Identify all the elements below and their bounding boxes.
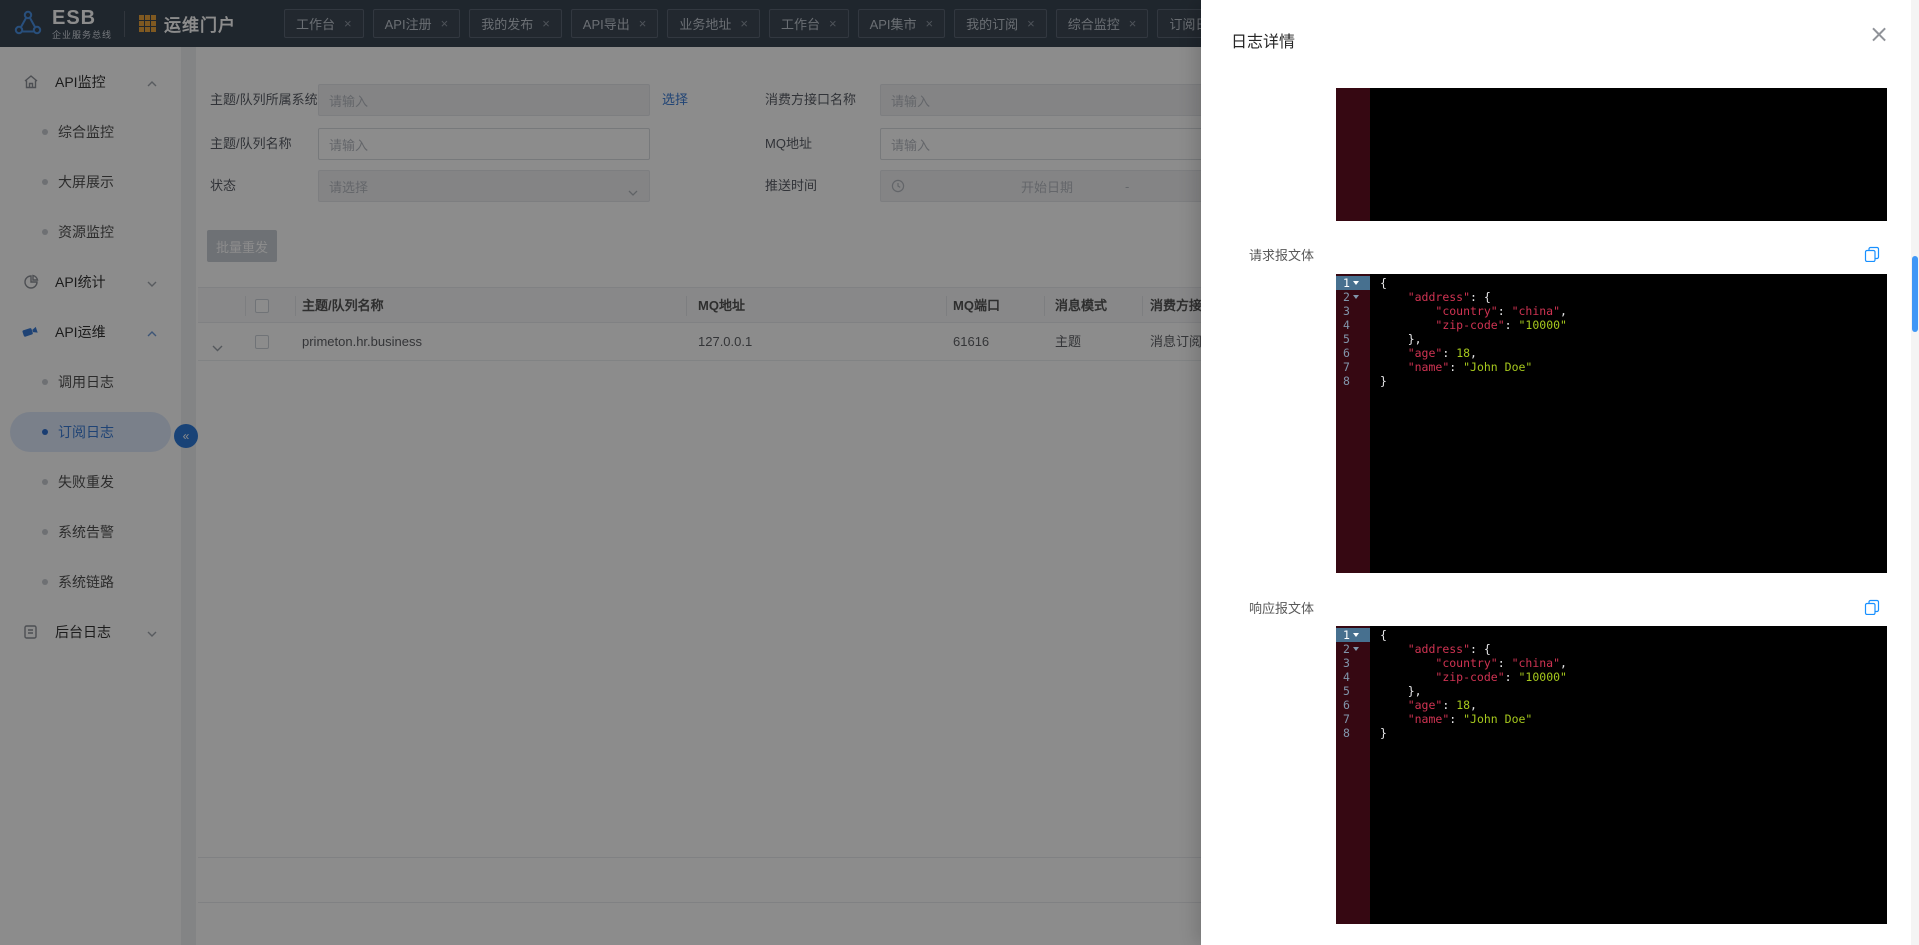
response-json-code: 1{2 "address": {3 "country": "china",4 "… <box>1336 626 1887 740</box>
copy-icon[interactable] <box>1864 599 1880 615</box>
drawer-scrollbar-thumb[interactable] <box>1912 256 1918 332</box>
drawer-scrollbar-track[interactable] <box>1911 0 1919 945</box>
response-body-code-editor[interactable]: 1{2 "address": {3 "country": "china",4 "… <box>1336 626 1887 924</box>
request-json-code: 1{2 "address": {3 "country": "china",4 "… <box>1336 274 1887 388</box>
log-detail-drawer: 日志详情 × 请求报文体 1{2 "address": {3 "country"… <box>1201 0 1919 945</box>
drawer-close-icon[interactable]: × <box>1869 22 1889 46</box>
esb-portal-app: ESB 企业服务总线 运维门户 工作台× API注册× 我的发布× API导出×… <box>0 0 1919 945</box>
code-editor-scrolled-tail[interactable] <box>1336 88 1887 221</box>
response-body-label: 响应报文体 <box>1249 598 1314 617</box>
copy-icon[interactable] <box>1864 246 1880 262</box>
drawer-mask[interactable] <box>0 0 1201 945</box>
drawer-title: 日志详情 <box>1231 28 1295 52</box>
request-body-label: 请求报文体 <box>1249 245 1314 264</box>
request-body-code-editor[interactable]: 1{2 "address": {3 "country": "china",4 "… <box>1336 274 1887 573</box>
